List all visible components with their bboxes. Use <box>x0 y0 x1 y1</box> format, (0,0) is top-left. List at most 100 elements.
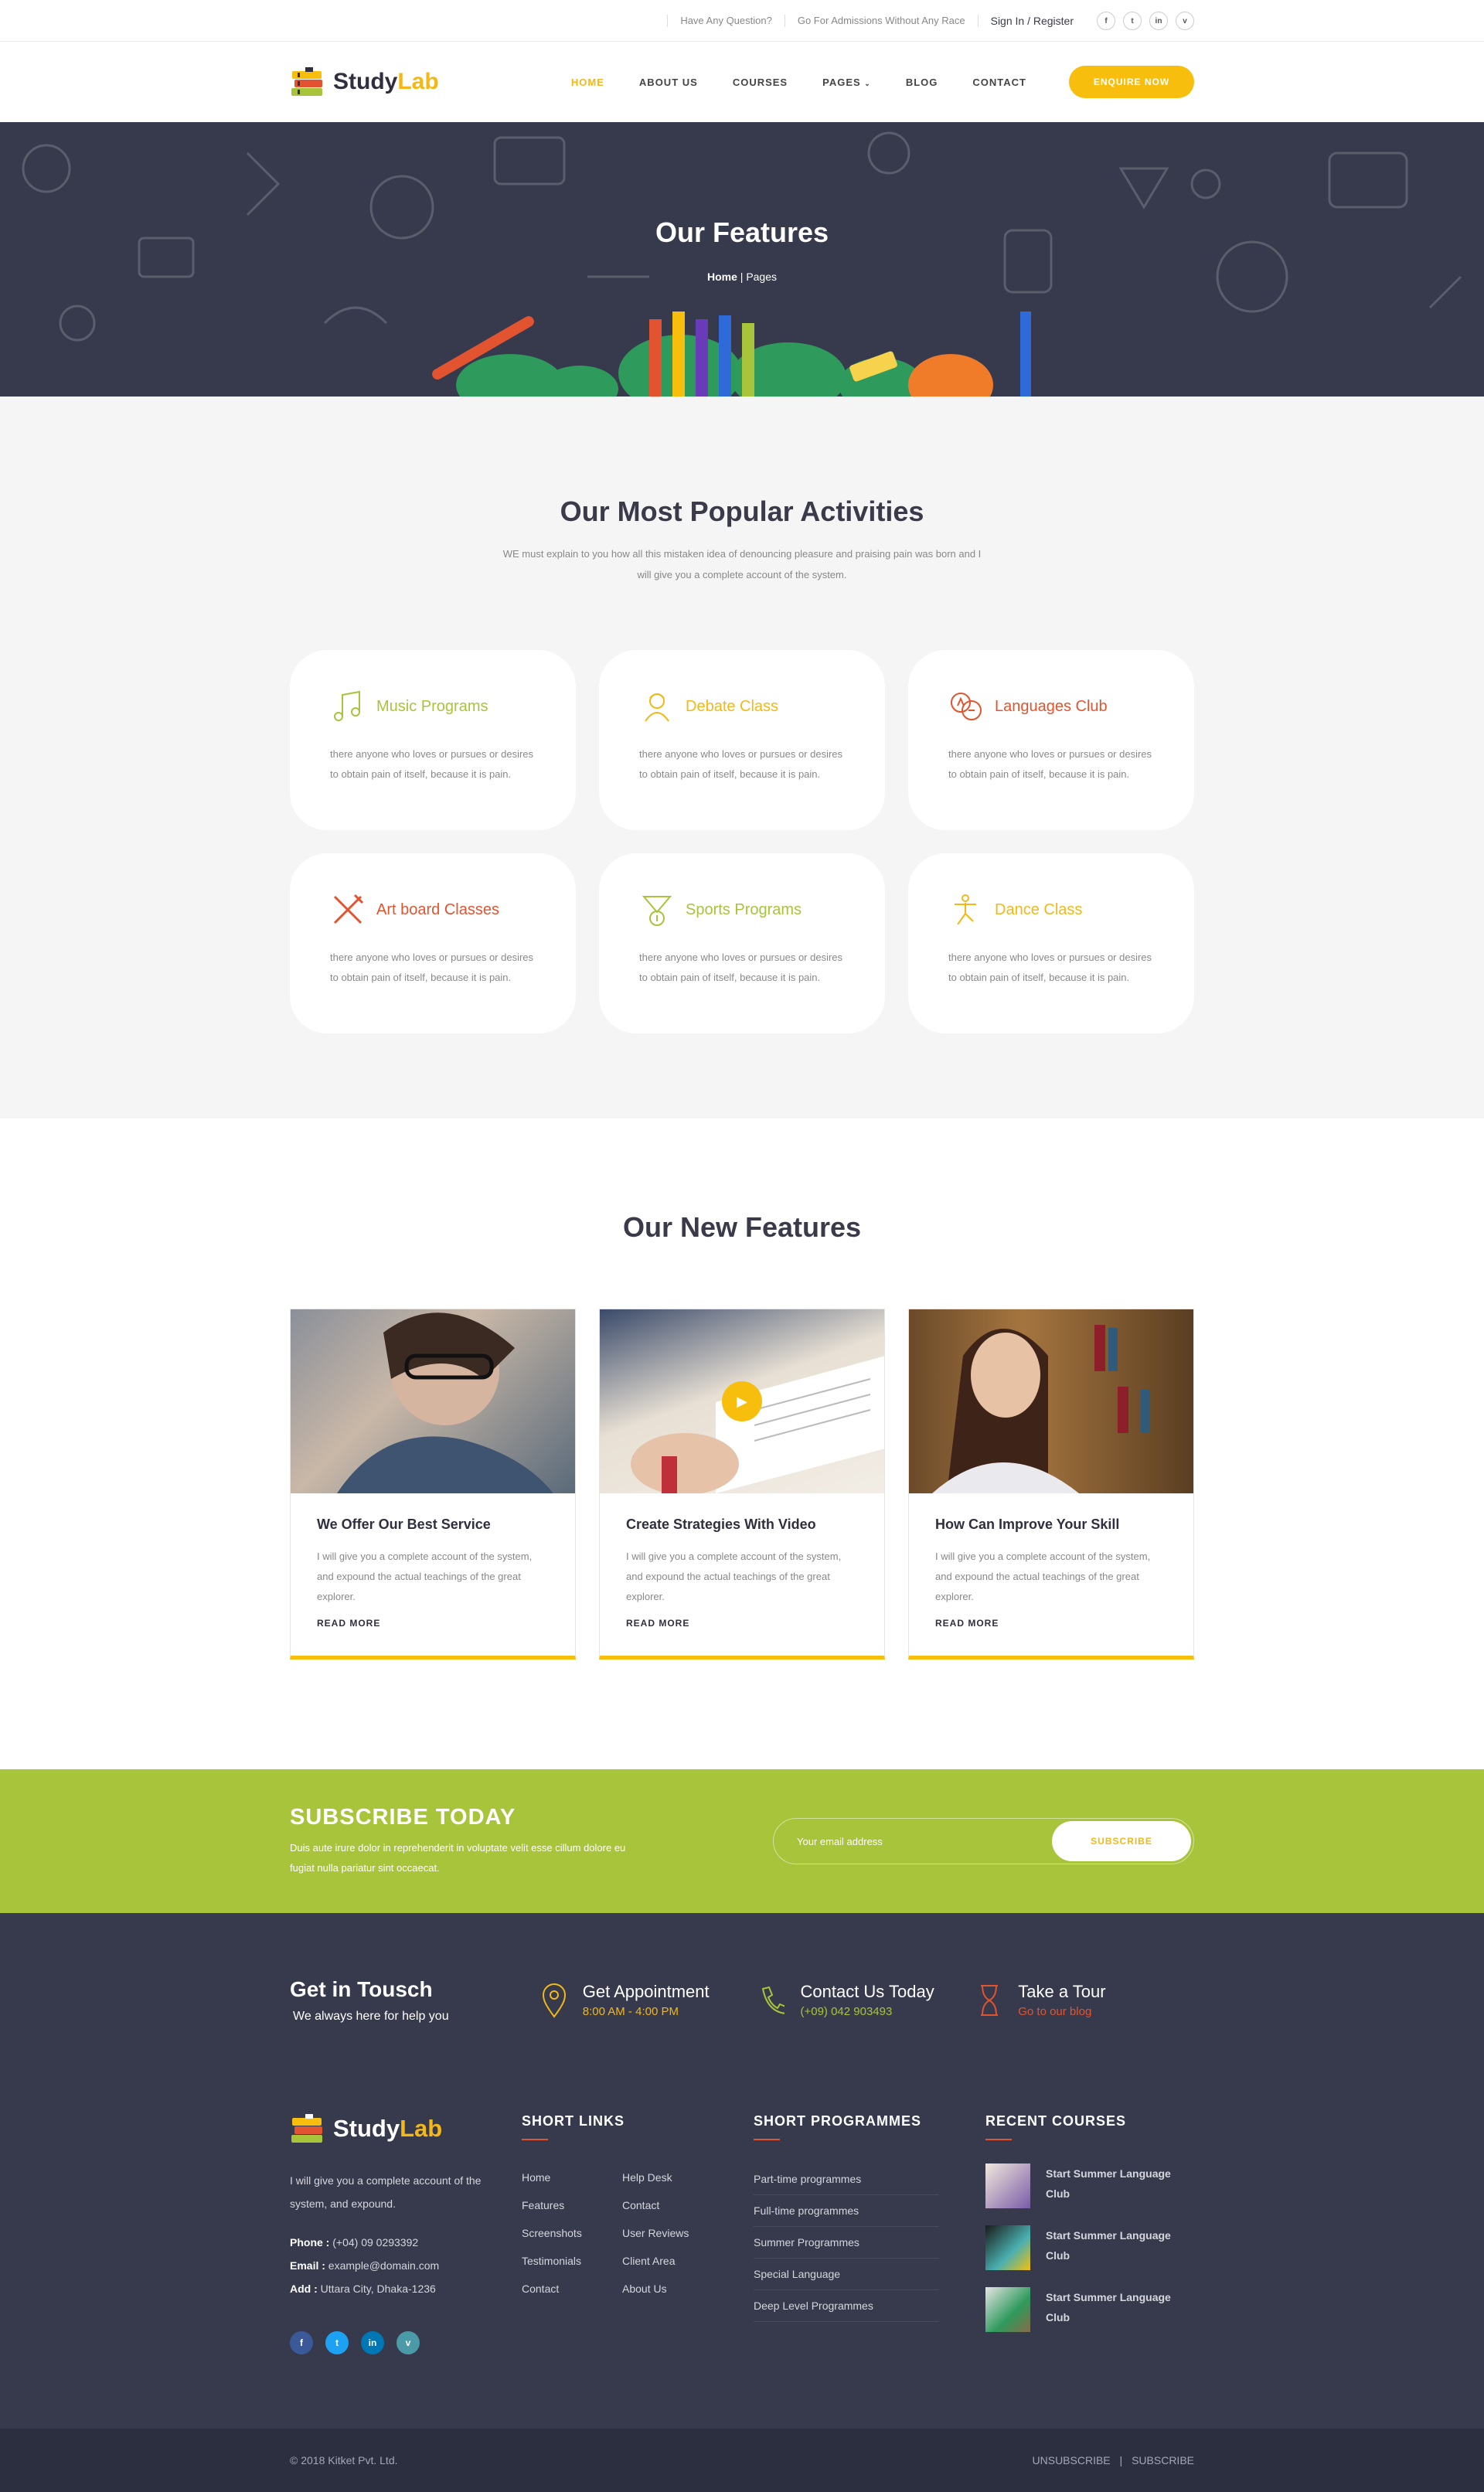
subscribe-form: SUBSCRIBE <box>773 1818 1194 1864</box>
nav-contact[interactable]: CONTACT <box>972 77 1026 88</box>
books-logo-icon <box>291 67 322 96</box>
email-value[interactable]: example@domain.com <box>328 2259 439 2272</box>
facebook-icon[interactable]: f <box>1097 12 1115 30</box>
play-icon: ▶ <box>737 1393 747 1409</box>
vimeo-icon[interactable]: v <box>397 2331 420 2354</box>
breadcrumb-home[interactable]: Home <box>707 271 737 283</box>
activities-subtitle: WE must explain to you how all this mist… <box>502 548 982 580</box>
footer-link[interactable]: Features <box>522 2191 622 2219</box>
feature-video-thumbnail[interactable]: ▶ <box>600 1309 884 1493</box>
breadcrumb: Home | Pages <box>0 271 1484 283</box>
activity-card[interactable]: Debate Class there anyone who loves or p… <box>599 650 885 830</box>
enquire-now-button[interactable]: ENQUIRE NOW <box>1069 66 1194 98</box>
question-link[interactable]: Have Any Question? <box>667 15 785 27</box>
footer-logo[interactable]: StudyLab <box>290 2113 522 2144</box>
email-input[interactable] <box>797 1835 1052 1847</box>
recent-course[interactable]: Start Summer Language Club <box>985 2287 1194 2332</box>
activity-card[interactable]: Sports Programs there anyone who loves o… <box>599 853 885 1033</box>
feature-text: I will give you a complete account of th… <box>935 1551 1151 1602</box>
footer-link[interactable]: Contact <box>622 2191 723 2219</box>
footer-link[interactable]: Home <box>522 2163 622 2191</box>
feature-image-studying-woman[interactable] <box>291 1309 575 1493</box>
recent-course[interactable]: Start Summer Language Club <box>985 2163 1194 2208</box>
contact-title: Contact Us Today <box>800 1982 934 2001</box>
contact-row: Get in Tousch We always here for help yo… <box>290 1913 1194 2073</box>
stationery-illustration <box>432 312 1031 397</box>
nav-about-us[interactable]: ABOUT US <box>639 77 698 88</box>
nav-courses[interactable]: COURSES <box>733 77 788 88</box>
read-more-link[interactable]: READ MORE <box>317 1618 380 1629</box>
logo[interactable]: StudyLab <box>290 66 439 97</box>
nav-pages[interactable]: PAGES ⌄ <box>822 77 871 88</box>
subscribe-link[interactable]: SUBSCRIBE <box>1132 2454 1194 2466</box>
programme-link[interactable]: Deep Level Programmes <box>754 2290 939 2322</box>
contact-appointment[interactable]: Get Appointment 8:00 AM - 4:00 PM <box>541 1982 759 2018</box>
twitter-icon[interactable]: t <box>1123 12 1142 30</box>
feature-text: I will give you a complete account of th… <box>317 1551 533 1602</box>
footer-link[interactable]: Screenshots <box>522 2219 622 2247</box>
activities-title: Our Most Popular Activities <box>560 495 924 527</box>
activity-text: there anyone who loves or pursues or des… <box>639 952 843 983</box>
contact-phone[interactable]: Contact Us Today (+09) 042 903493 <box>758 1982 976 2018</box>
subscribe-button[interactable]: SUBSCRIBE <box>1052 1821 1191 1861</box>
footer-link[interactable]: Testimonials <box>522 2247 622 2275</box>
activity-card[interactable]: Languages Club there anyone who loves or… <box>908 650 1194 830</box>
programme-link[interactable]: Full-time programmes <box>754 2195 939 2227</box>
vimeo-icon[interactable]: v <box>1176 12 1194 30</box>
contact-tour[interactable]: Take a Tour Go to our blog <box>976 1982 1194 2018</box>
twitter-icon[interactable]: t <box>325 2331 349 2354</box>
brush-pencil-icon <box>333 894 364 924</box>
heading-underline <box>754 2139 780 2140</box>
phone-value[interactable]: (+04) 09 0293392 <box>332 2236 418 2249</box>
activity-card[interactable]: Dance Class there anyone who loves or pu… <box>908 853 1194 1033</box>
footer-link[interactable]: Help Desk <box>622 2163 723 2191</box>
footer-recent-courses: RECENT COURSES Start Summer Language Clu… <box>985 2113 1194 2354</box>
activity-title: Languages Club <box>995 697 1108 715</box>
contact-sub: (+09) 042 903493 <box>800 2005 893 2018</box>
nav-menu: HOME ABOUT US COURSES PAGES ⌄ BLOG CONTA… <box>571 77 1026 88</box>
activities-grid: Music Programs there anyone who loves or… <box>290 650 1194 1033</box>
footer-link[interactable]: Client Area <box>622 2247 723 2275</box>
separator: | <box>1119 2454 1123 2466</box>
contact-title: Take a Tour <box>1018 1982 1106 2001</box>
subscribe-title: SUBSCRIBE TODAY <box>290 1804 516 1830</box>
read-more-link[interactable]: READ MORE <box>626 1618 689 1629</box>
linkedin-icon[interactable]: in <box>1149 12 1168 30</box>
activity-card[interactable]: Music Programs there anyone who loves or… <box>290 650 576 830</box>
footer-about-text: I will give you a complete account of th… <box>290 2174 482 2210</box>
recent-course[interactable]: Start Summer Language Club <box>985 2225 1194 2270</box>
feature-title: Create Strategies With Video <box>626 1517 816 1532</box>
feature-text: I will give you a complete account of th… <box>626 1551 842 1602</box>
chevron-down-icon: ⌄ <box>864 79 871 87</box>
feature-image-smiling-student[interactable] <box>909 1309 1193 1493</box>
facebook-icon[interactable]: f <box>290 2331 313 2354</box>
nav-blog[interactable]: BLOG <box>906 77 938 88</box>
activity-title: Art board Classes <box>376 900 499 918</box>
unsubscribe-link[interactable]: UNSUBSCRIBE <box>1033 2454 1111 2466</box>
heading-underline <box>985 2139 1012 2140</box>
contact-sub: 8:00 AM - 4:00 PM <box>582 2005 679 2018</box>
nav-home[interactable]: HOME <box>571 77 604 88</box>
programme-link[interactable]: Part-time programmes <box>754 2163 939 2195</box>
address-value: Uttara City, Dhaka-1236 <box>320 2283 436 2295</box>
activity-card[interactable]: Art board Classes there anyone who loves… <box>290 853 576 1033</box>
course-thumbnail <box>985 2287 1030 2332</box>
footer: Get in Tousch We always here for help yo… <box>0 1913 1484 2429</box>
footer-link[interactable]: User Reviews <box>622 2219 723 2247</box>
programme-link[interactable]: Summer Programmes <box>754 2227 939 2259</box>
dancer-icon <box>955 894 976 925</box>
feature-card: ▶ Create Strategies With Video I will gi… <box>599 1309 885 1660</box>
music-note-icon <box>334 690 360 721</box>
admission-link[interactable]: Go For Admissions Without Any Race <box>784 15 978 27</box>
footer-link[interactable]: Contact <box>522 2275 622 2303</box>
sign-in-register-link[interactable]: Sign In / Register <box>977 15 1097 27</box>
play-video-button[interactable]: ▶ <box>722 1381 762 1421</box>
subscribe-section: SUBSCRIBE TODAY Duis aute irure dolor in… <box>0 1769 1484 1913</box>
programme-link[interactable]: Special Language <box>754 2259 939 2290</box>
contact-sub: Go to our blog <box>1018 2005 1092 2018</box>
hero-title: Our Features <box>655 216 829 248</box>
footer-link[interactable]: About Us <box>622 2275 723 2303</box>
read-more-link[interactable]: READ MORE <box>935 1618 999 1629</box>
footer-columns: StudyLab I will give you a complete acco… <box>290 2113 1194 2354</box>
linkedin-icon[interactable]: in <box>361 2331 384 2354</box>
